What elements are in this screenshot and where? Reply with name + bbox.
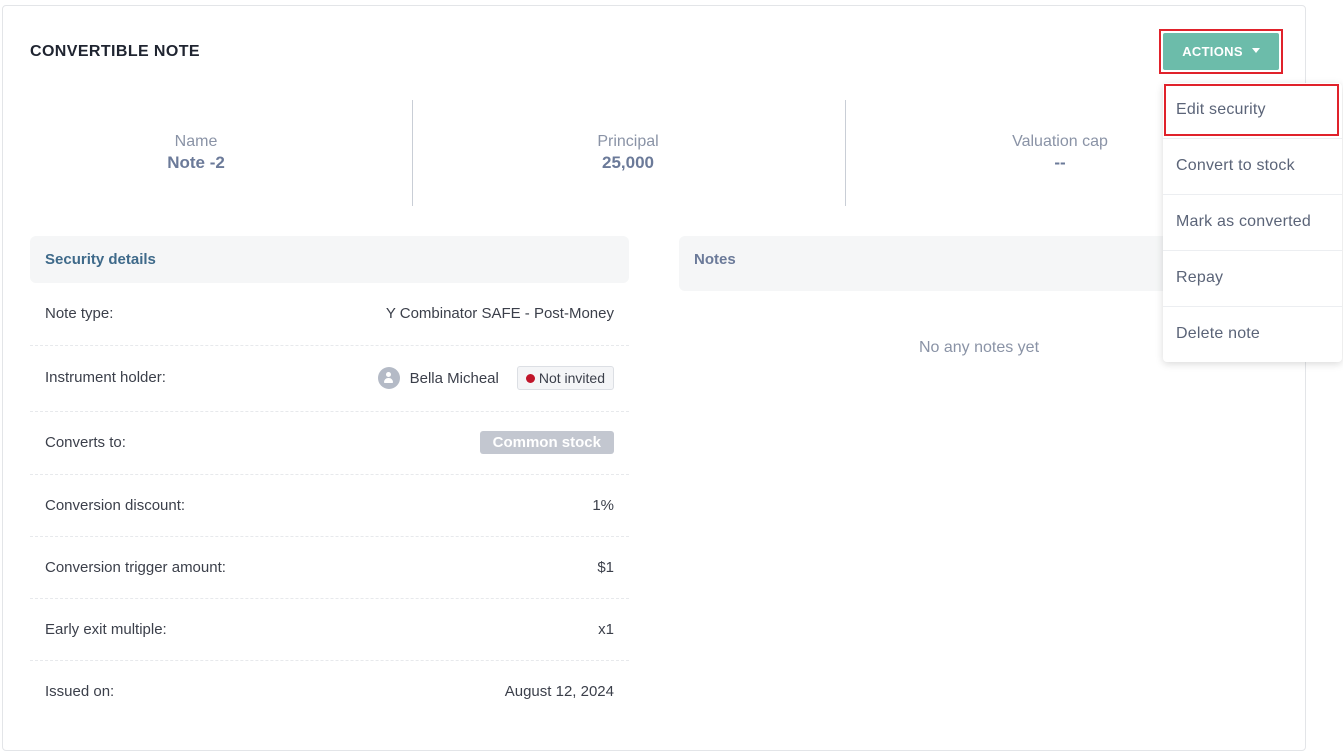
detail-row-note-type: Note type: Y Combinator SAFE - Post-Mone…	[30, 283, 629, 346]
status-dot-icon	[525, 373, 535, 383]
stat-principal: Principal 25,000	[478, 132, 778, 174]
stat-name-label: Name	[174, 133, 218, 150]
menu-item-label: Convert to stock	[1176, 157, 1295, 174]
stat-divider	[845, 100, 846, 206]
early-exit-value: x1	[598, 621, 614, 638]
detail-row-early-exit: Early exit multiple: x1	[30, 599, 629, 661]
instrument-holder-label: Instrument holder:	[45, 369, 166, 386]
actions-highlight-box: ACTIONS	[1159, 29, 1283, 74]
page-title: CONVERTIBLE NOTE	[30, 43, 200, 60]
stat-name: Name Note -2	[46, 132, 346, 174]
user-avatar-icon	[377, 367, 400, 389]
menu-item-delete-note[interactable]: Delete note	[1163, 307, 1342, 363]
actions-dropdown-menu: Edit security Convert to stock Mark as c…	[1163, 83, 1342, 362]
menu-item-edit-security[interactable]: Edit security	[1163, 83, 1342, 139]
holder-name[interactable]: Bella Micheal	[410, 370, 499, 387]
stat-divider	[412, 100, 413, 206]
detail-row-converts-to: Converts to: Common stock	[30, 412, 629, 475]
invite-status-text: Not invited	[538, 370, 605, 386]
issued-on-label: Issued on:	[45, 683, 115, 700]
actions-button[interactable]: ACTIONS	[1163, 33, 1279, 70]
converts-to-label: Converts to:	[45, 434, 126, 451]
stat-principal-value: 25,000	[602, 153, 654, 172]
detail-row-conversion-discount: Conversion discount: 1%	[30, 475, 629, 537]
early-exit-label: Early exit multiple:	[45, 621, 167, 638]
menu-item-label: Mark as converted	[1176, 213, 1312, 230]
conversion-discount-value: 1%	[592, 497, 614, 514]
trigger-amount-label: Conversion trigger amount:	[45, 559, 226, 576]
trigger-amount-value: $1	[597, 559, 614, 576]
note-type-label: Note type:	[45, 305, 114, 322]
stat-principal-label: Principal	[597, 133, 659, 150]
invite-status-badge: Not invited	[516, 366, 614, 390]
detail-row-trigger-amount: Conversion trigger amount: $1	[30, 537, 629, 599]
notes-heading: Notes	[694, 251, 736, 268]
instrument-holder: Bella Micheal Not invited	[377, 366, 614, 390]
stat-name-value: Note -2	[167, 153, 225, 172]
menu-item-convert-to-stock[interactable]: Convert to stock	[1163, 139, 1342, 195]
menu-item-label: Delete note	[1176, 325, 1261, 342]
security-details-heading: Security details	[45, 251, 156, 268]
actions-button-label: ACTIONS	[1182, 44, 1243, 59]
conversion-discount-label: Conversion discount:	[45, 497, 186, 514]
caret-down-icon	[1251, 48, 1260, 53]
note-type-value: Y Combinator SAFE - Post-Money	[385, 305, 614, 322]
menu-item-label: Edit security	[1176, 101, 1266, 118]
menu-item-mark-as-converted[interactable]: Mark as converted	[1163, 195, 1342, 251]
detail-row-issued-on: Issued on: August 12, 2024	[30, 661, 629, 723]
detail-row-instrument-holder: Instrument holder: Bella Micheal Not inv…	[30, 346, 629, 412]
issued-on-value: August 12, 2024	[504, 683, 614, 700]
security-details-header: Security details	[30, 236, 629, 283]
menu-item-repay[interactable]: Repay	[1163, 251, 1342, 307]
converts-to-badge: Common stock	[479, 431, 614, 454]
menu-item-label: Repay	[1176, 269, 1224, 286]
